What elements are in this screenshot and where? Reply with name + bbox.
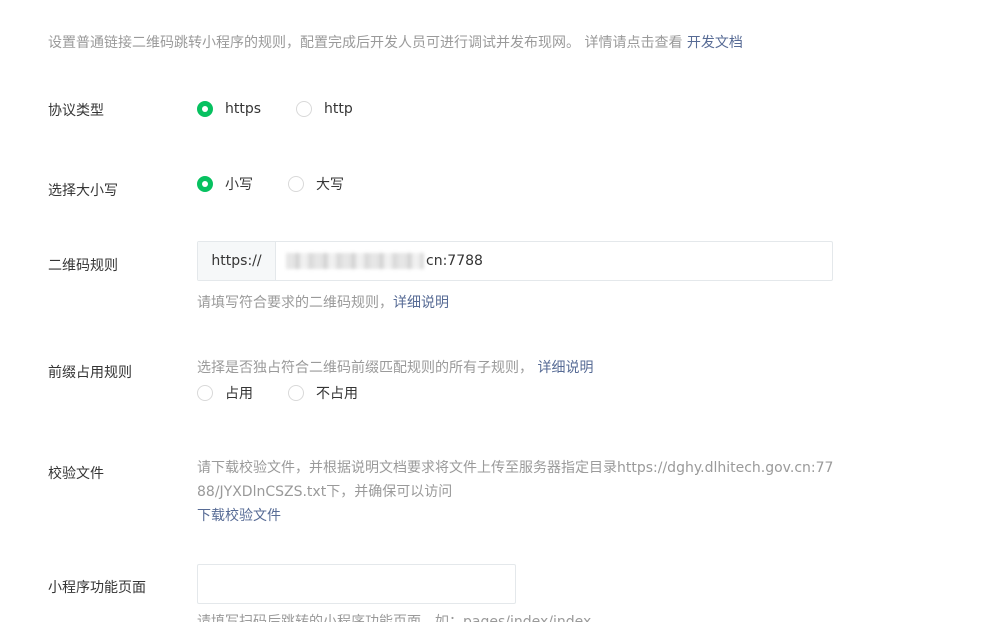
radio-https-label: https: [225, 101, 262, 117]
qr-rule-label: 二维码规则: [48, 258, 118, 274]
verify-file-text: 请下载校验文件，并根据说明文档要求将文件上传至服务器指定目录https://dg…: [197, 460, 834, 500]
qr-rule-hint: 请填写符合要求的二维码规则，详细说明: [197, 292, 449, 312]
radio-uppercase-label: 大写: [316, 177, 344, 193]
radio-checked-icon: [197, 101, 213, 117]
radio-not-occupy[interactable]: 不占用: [288, 383, 358, 403]
qr-rule-value: cn:7788: [426, 253, 483, 269]
radio-lowercase[interactable]: 小写: [197, 174, 253, 194]
download-verify-file-link[interactable]: 下载校验文件: [197, 508, 281, 524]
radio-https[interactable]: https: [197, 101, 261, 117]
verify-file-label: 校验文件: [48, 466, 104, 482]
redacted-blur: [286, 253, 424, 269]
mini-page-input[interactable]: [197, 564, 516, 604]
radio-http[interactable]: http: [296, 101, 353, 117]
qr-rule-input-group: https:// cn:7788: [197, 241, 833, 281]
qr-rule-detail-link[interactable]: 详细说明: [393, 295, 449, 311]
protocol-label: 协议类型: [48, 103, 104, 119]
radio-unchecked-icon: [296, 101, 312, 117]
qrcode-rule-form: 设置普通链接二维码跳转小程序的规则，配置完成后开发人员可进行调试并发布现网。 详…: [0, 0, 983, 622]
mini-page-label: 小程序功能页面: [48, 580, 146, 596]
radio-lowercase-label: 小写: [225, 177, 253, 193]
qr-rule-hint-text: 请填写符合要求的二维码规则，: [197, 295, 393, 311]
radio-not-occupy-label: 不占用: [316, 386, 358, 402]
radio-unchecked-icon: [288, 385, 304, 401]
prefix-rule-hint-text: 选择是否独占符合二维码前缀匹配规则的所有子规则，: [197, 360, 533, 376]
radio-unchecked-icon: [197, 385, 213, 401]
case-label: 选择大小写: [48, 183, 118, 199]
prefix-rule-detail-link[interactable]: 详细说明: [537, 360, 593, 376]
dev-docs-link[interactable]: 开发文档: [687, 35, 743, 51]
mini-page-hint: 请填写扫码后跳转的小程序功能页面，如：pages/index/index: [197, 614, 592, 622]
radio-uppercase[interactable]: 大写: [288, 174, 344, 194]
prefix-rule-label: 前缀占用规则: [48, 365, 132, 381]
radio-occupy[interactable]: 占用: [197, 383, 253, 403]
intro-text: 设置普通链接二维码跳转小程序的规则，配置完成后开发人员可进行调试并发布现网。 详…: [48, 35, 687, 51]
intro-description: 设置普通链接二维码跳转小程序的规则，配置完成后开发人员可进行调试并发布现网。 详…: [48, 32, 743, 52]
qr-rule-input[interactable]: cn:7788: [276, 242, 832, 280]
radio-occupy-label: 占用: [225, 386, 253, 402]
radio-checked-icon: [197, 176, 213, 192]
qr-rule-prefix: https://: [198, 242, 276, 280]
verify-file-description: 请下载校验文件，并根据说明文档要求将文件上传至服务器指定目录https://dg…: [197, 456, 837, 528]
radio-unchecked-icon: [288, 176, 304, 192]
prefix-rule-hint: 选择是否独占符合二维码前缀匹配规则的所有子规则， 详细说明: [197, 357, 593, 377]
radio-http-label: http: [324, 101, 353, 117]
